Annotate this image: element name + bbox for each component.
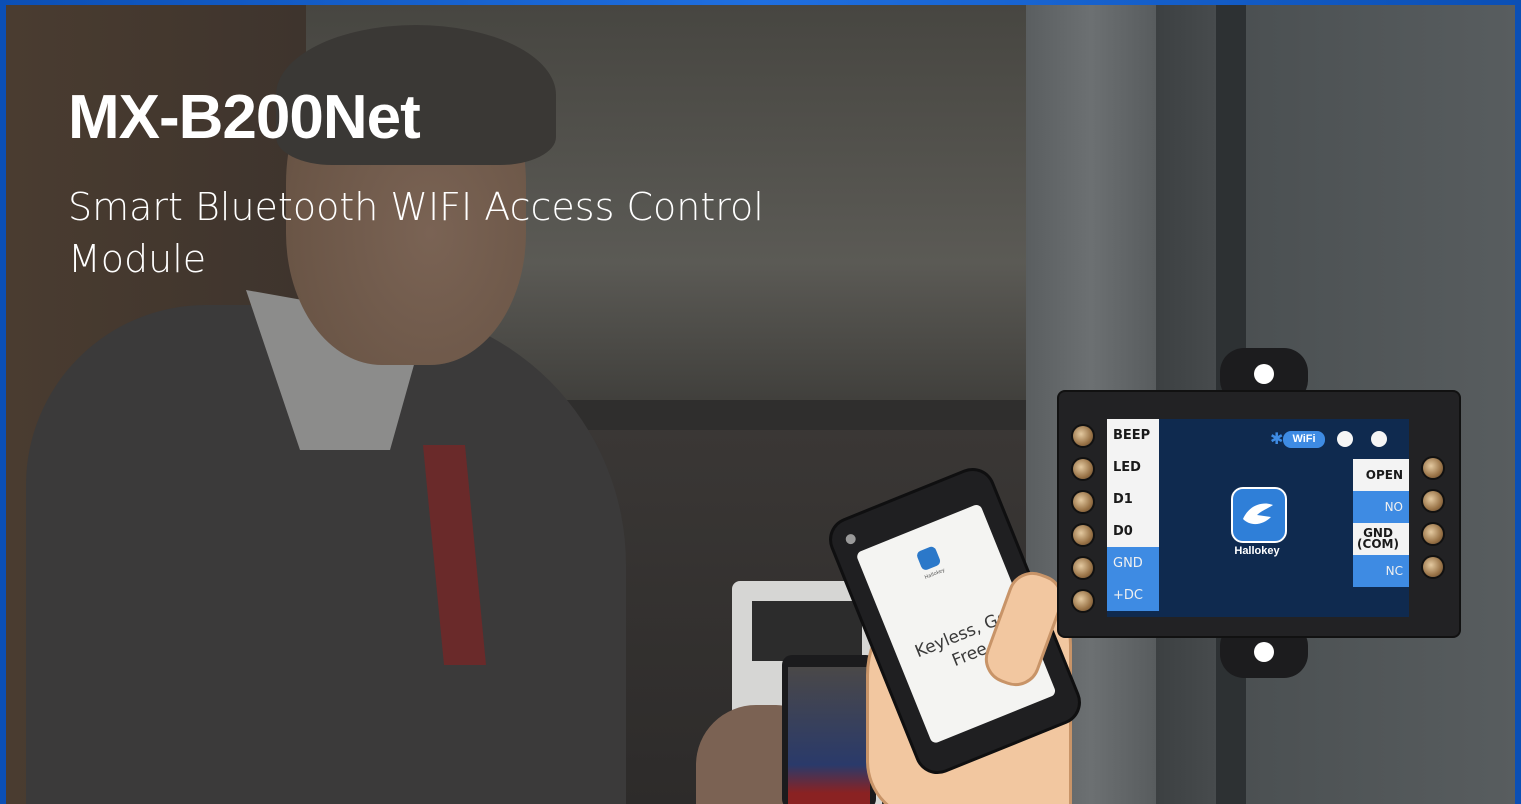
screw-terminal <box>1073 525 1093 545</box>
person-phone <box>782 655 876 804</box>
terminal-labels-right: OPEN NO GND (COM) NC <box>1353 459 1409 587</box>
terminal-label-dc: +DC <box>1107 579 1159 611</box>
access-control-module: BEEP LED D1 D0 GND +DC ✱ WiFi Hallokey O… <box>1055 348 1463 678</box>
hallokey-app-icon <box>915 545 942 572</box>
hallokey-logo-icon <box>1231 487 1287 543</box>
status-led <box>1371 431 1387 447</box>
screw-terminals-left <box>1073 426 1095 624</box>
keypad-screen <box>752 601 862 661</box>
terminal-label-d0: D0 <box>1107 515 1159 547</box>
screw-terminal <box>1073 459 1093 479</box>
mounting-hole-top <box>1254 364 1274 384</box>
screw-terminals-right <box>1423 458 1445 590</box>
terminal-label-open: OPEN <box>1353 459 1409 491</box>
terminal-labels-left: BEEP LED D1 D0 GND +DC <box>1107 419 1159 617</box>
terminal-label-led: LED <box>1107 451 1159 483</box>
terminal-label-d1: D1 <box>1107 483 1159 515</box>
terminal-label-nc: NC <box>1353 555 1409 587</box>
hallokey-brand-name: Hallokey <box>1234 545 1280 557</box>
terminal-label-gnd: GND <box>1107 547 1159 579</box>
screw-terminal <box>1073 558 1093 578</box>
screw-terminal <box>1423 458 1443 478</box>
page-title: MX-B200Net <box>68 83 421 152</box>
screw-terminal <box>1073 591 1093 611</box>
terminal-label-beep: BEEP <box>1107 419 1159 451</box>
phone-camera-icon <box>844 532 858 546</box>
screw-terminal <box>1073 492 1093 512</box>
terminal-label-no: NO <box>1353 491 1409 523</box>
screw-terminal <box>1423 557 1443 577</box>
status-led <box>1337 431 1353 447</box>
screw-terminal <box>1423 491 1443 511</box>
module-face-label: BEEP LED D1 D0 GND +DC ✱ WiFi Hallokey O… <box>1107 419 1409 617</box>
bluetooth-icon: ✱ <box>1270 429 1284 448</box>
wifi-icon: WiFi <box>1283 431 1325 448</box>
screw-terminal <box>1423 524 1443 544</box>
page-subtitle: Smart Bluetooth WIFI Access Control Modu… <box>68 185 764 281</box>
person-phone-screen <box>788 667 870 804</box>
terminal-label-gnd-com: GND (COM) <box>1353 523 1409 555</box>
mounting-hole-bottom <box>1254 642 1274 662</box>
hero-banner: MX-B200Net Smart Bluetooth WIFI Access C… <box>6 5 1515 804</box>
screw-terminal <box>1073 426 1093 446</box>
module-body: BEEP LED D1 D0 GND +DC ✱ WiFi Hallokey O… <box>1059 392 1459 636</box>
